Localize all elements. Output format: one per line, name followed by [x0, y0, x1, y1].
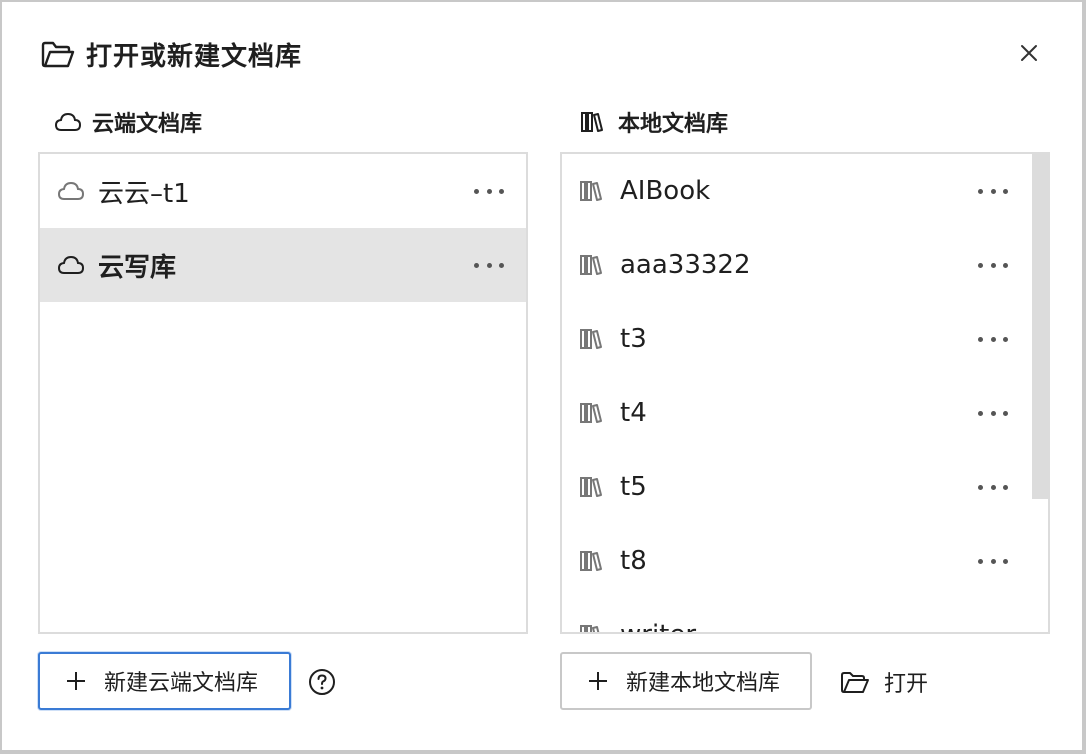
local-library-item-label: t3: [620, 324, 647, 354]
local-library-item[interactable]: t8: [562, 524, 1048, 598]
new-cloud-library-label: 新建云端文档库: [104, 671, 259, 696]
more-options-icon[interactable]: [978, 630, 1008, 632]
local-library-item[interactable]: aaa33322: [562, 228, 1048, 302]
local-library-item-label: t4: [620, 398, 647, 428]
more-options-icon[interactable]: [978, 482, 1008, 492]
new-local-library-label: 新建本地文档库: [626, 671, 781, 696]
cloud-library-item-label: 云写库: [98, 252, 177, 283]
books-icon: [580, 181, 602, 201]
dialog-title: 打开或新建文档库: [86, 41, 303, 72]
local-library-item-label: t8: [620, 546, 647, 576]
books-icon: [580, 551, 602, 571]
plus-icon: [67, 672, 85, 690]
cloud-icon: [57, 181, 85, 200]
local-library-item[interactable]: writer: [562, 598, 1048, 632]
local-library-item[interactable]: t3: [562, 302, 1048, 376]
books-icon: [580, 477, 602, 497]
more-options-icon[interactable]: [474, 260, 504, 270]
cloud-icon: [57, 255, 85, 274]
more-options-icon[interactable]: [978, 186, 1008, 196]
books-icon: [580, 329, 602, 349]
local-library-item[interactable]: AIBook: [562, 154, 1048, 228]
scrollbar-thumb[interactable]: [1032, 154, 1048, 499]
more-options-icon[interactable]: [978, 260, 1008, 270]
open-library-button[interactable]: 打开: [840, 662, 928, 702]
books-icon: [580, 255, 602, 275]
more-options-icon[interactable]: [474, 186, 504, 196]
cloud-library-header: 云端文档库: [54, 106, 202, 138]
local-library-item[interactable]: t4: [562, 376, 1048, 450]
help-icon[interactable]: [308, 668, 336, 696]
cloud-library-item-label: 云云–t1: [98, 178, 190, 209]
cloud-library-header-label: 云端文档库: [92, 112, 203, 137]
cloud-icon: [54, 112, 82, 131]
books-icon: [580, 403, 602, 423]
local-library-item-label: aaa33322: [620, 250, 751, 280]
open-library-label: 打开: [884, 672, 929, 697]
local-library-item-label: AIBook: [620, 176, 711, 206]
more-options-icon[interactable]: [978, 556, 1008, 566]
local-library-item[interactable]: t5: [562, 450, 1048, 524]
books-icon: [581, 112, 603, 132]
folder-open-icon: [41, 41, 75, 68]
local-library-item-label: t5: [620, 472, 647, 502]
books-icon: [580, 625, 600, 632]
local-library-list: AIBook aaa33322 t3 t4 t5 t8: [560, 152, 1050, 634]
scrollbar-track[interactable]: [1032, 154, 1048, 632]
dialog-title-bar: 打开或新建文档库: [40, 36, 302, 72]
more-options-icon[interactable]: [978, 408, 1008, 418]
cloud-library-item[interactable]: 云写库: [40, 228, 526, 302]
more-options-icon[interactable]: [978, 334, 1008, 344]
cloud-library-item[interactable]: 云云–t1: [40, 154, 526, 228]
folder-open-icon: [841, 672, 869, 693]
new-cloud-library-button[interactable]: 新建云端文档库: [38, 652, 291, 710]
local-library-item-label: writer: [620, 620, 978, 632]
new-local-library-button[interactable]: 新建本地文档库: [560, 652, 812, 710]
local-library-header: 本地文档库: [580, 106, 728, 138]
close-icon[interactable]: [1018, 42, 1040, 64]
library-dialog: 打开或新建文档库 云端文档库 云云–t1 云写库 本地文档库 AIBook aa…: [2, 2, 1082, 750]
plus-icon: [589, 672, 607, 690]
cloud-library-list: 云云–t1 云写库: [38, 152, 528, 634]
local-library-header-label: 本地文档库: [618, 112, 729, 137]
